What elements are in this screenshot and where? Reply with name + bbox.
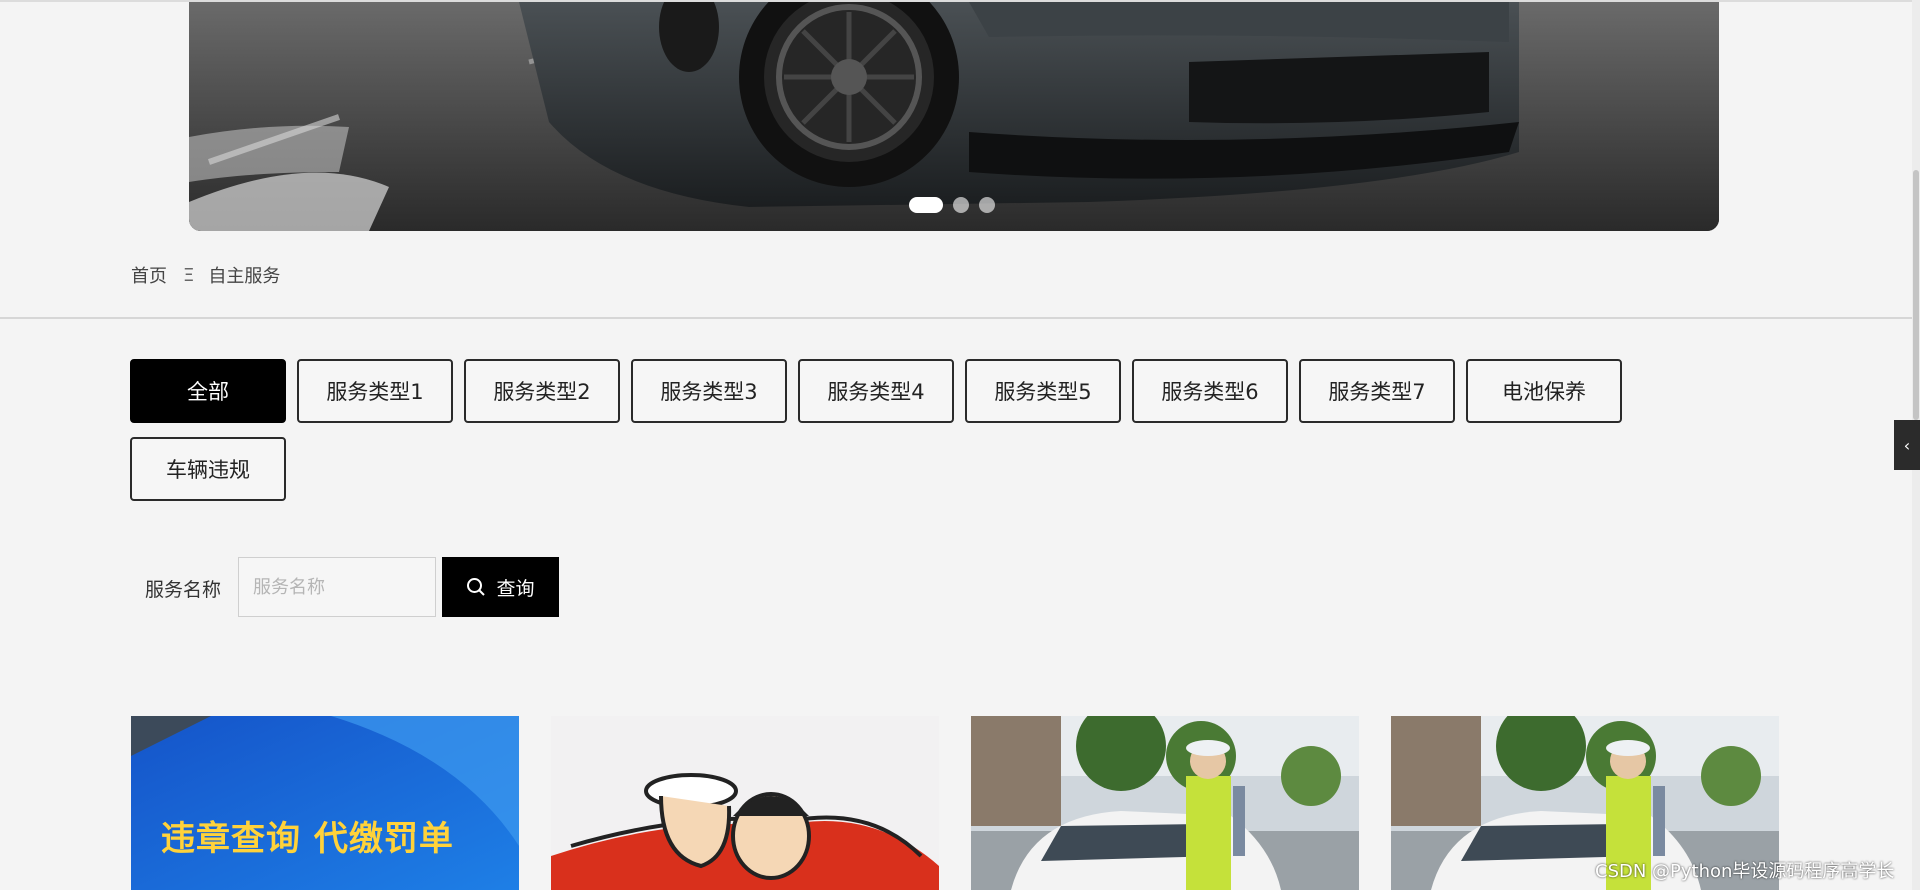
side-panel-toggle[interactable]: ‹ xyxy=(1894,420,1920,470)
category-type7-button[interactable]: 服务类型7 xyxy=(1299,359,1455,423)
carousel-dot-3[interactable] xyxy=(979,197,995,213)
scrollbar-thumb[interactable] xyxy=(1913,170,1919,420)
violation-query-image xyxy=(131,716,519,890)
search-icon xyxy=(467,578,486,596)
category-type6-button[interactable]: 服务类型6 xyxy=(1132,359,1288,423)
category-type3-button[interactable]: 服务类型3 xyxy=(631,359,787,423)
category-type4-button[interactable]: 服务类型4 xyxy=(798,359,954,423)
traffic-police-image xyxy=(971,716,1359,890)
search-label: 服务名称 xyxy=(145,579,222,601)
service-name-input[interactable] xyxy=(238,557,436,617)
carousel[interactable] xyxy=(189,2,1719,231)
breadcrumb: 首页 Ξ 自主服务 xyxy=(131,262,280,288)
category-type2-button[interactable]: 服务类型2 xyxy=(464,359,620,423)
carousel-dot-1[interactable] xyxy=(909,197,943,213)
carousel-dot-2[interactable] xyxy=(953,197,969,213)
police-cartoon-image xyxy=(551,716,939,890)
card-image-text: 违章查询 代缴罚单 xyxy=(161,819,454,859)
search-button[interactable]: 查询 xyxy=(442,557,559,617)
service-card-1[interactable]: 违章查询 代缴罚单 xyxy=(131,716,519,890)
breadcrumb-separator-icon: Ξ xyxy=(183,264,195,286)
category-violation-button[interactable]: 车辆违规 xyxy=(130,437,286,501)
divider xyxy=(0,317,1920,319)
search-button-label: 查询 xyxy=(496,578,535,600)
service-card-2[interactable] xyxy=(551,716,939,890)
watermark: CSDN @Python毕设源码程序高学长 xyxy=(1595,861,1895,882)
service-card-3[interactable] xyxy=(971,716,1359,890)
category-battery-button[interactable]: 电池保养 xyxy=(1466,359,1622,423)
category-type5-button[interactable]: 服务类型5 xyxy=(965,359,1121,423)
category-type1-button[interactable]: 服务类型1 xyxy=(297,359,453,423)
breadcrumb-home[interactable]: 首页 xyxy=(131,262,167,288)
breadcrumb-current: 自主服务 xyxy=(208,266,281,287)
category-all-button[interactable]: 全部 xyxy=(130,359,286,423)
chevron-left-icon: ‹ xyxy=(1903,435,1911,455)
carousel-dots xyxy=(909,197,995,213)
